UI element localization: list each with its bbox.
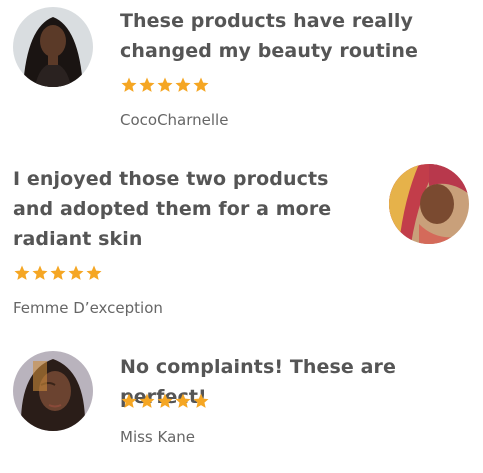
star-icon [50, 265, 66, 280]
star-rating [13, 264, 103, 284]
avatar-photo-icon [389, 164, 469, 244]
star-icon [139, 77, 155, 92]
star-icon [193, 77, 209, 92]
review-quote: I enjoyed those two products and adopted… [13, 168, 332, 250]
star-icon [121, 77, 137, 92]
star-icon [68, 265, 84, 280]
review-author: CocoCharnelle [120, 111, 229, 129]
review-author: Miss Kane [120, 428, 196, 446]
avatar-photo-icon [13, 351, 93, 431]
review-author: Femme D’exception [13, 299, 163, 317]
star-icon [193, 393, 209, 408]
star-icon [14, 265, 30, 280]
star-rating [120, 392, 210, 412]
star-icon [157, 77, 173, 92]
star-icon [121, 393, 137, 408]
review-quote: These products have really changed my be… [120, 10, 419, 62]
star-icon [175, 393, 191, 408]
star-icon [32, 265, 48, 280]
reviewer-avatar [13, 351, 93, 431]
star-rating [120, 76, 210, 96]
star-icon [86, 265, 102, 280]
reviewer-avatar [13, 7, 93, 87]
reviewer-avatar [389, 164, 469, 244]
avatar-photo-icon [13, 7, 93, 87]
star-icon [157, 393, 173, 408]
star-icon [139, 393, 155, 408]
star-icon [175, 77, 191, 92]
